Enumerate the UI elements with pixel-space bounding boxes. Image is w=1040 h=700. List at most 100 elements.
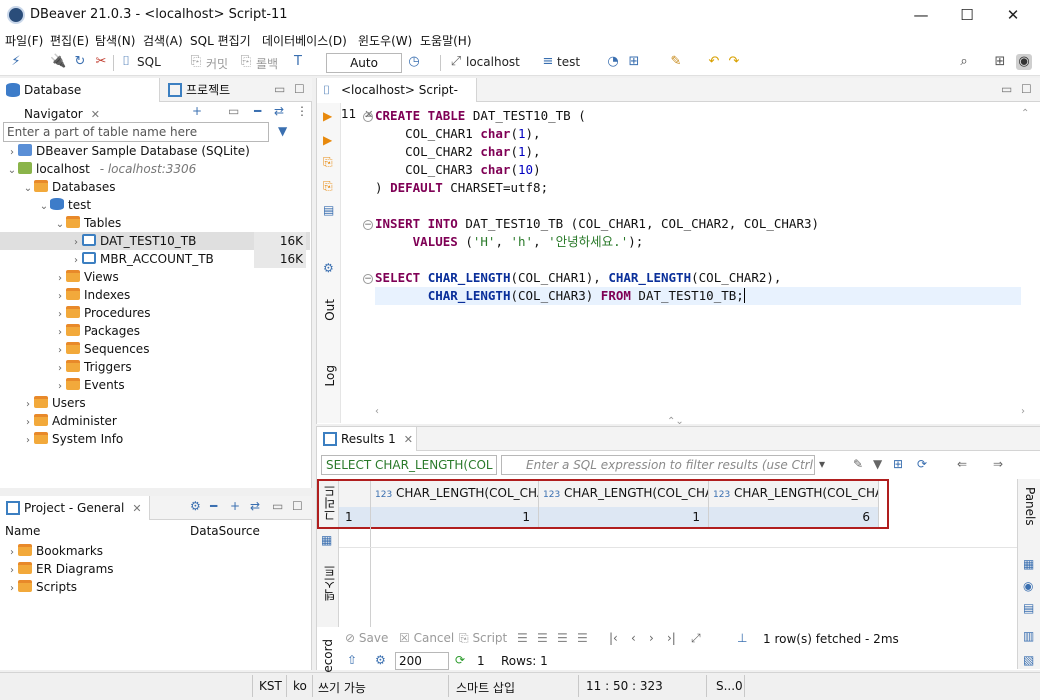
tree-item-mbr-account-tb[interactable]: › MBR_ACCOUNT_TB 16K: [0, 250, 310, 268]
code-line[interactable]: SELECT CHAR_LENGTH(COL_CHAR1), CHAR_LENG…: [375, 269, 781, 287]
menu-database[interactable]: 데이터베이스(D): [262, 32, 347, 49]
back-icon[interactable]: ↶: [706, 54, 722, 70]
calc-panel-icon[interactable]: ◉: [1023, 579, 1033, 593]
sql-editor-icon[interactable]: ⌷: [118, 54, 134, 70]
add-row-icon[interactable]: ☰: [537, 631, 548, 645]
collapse-all-icon[interactable]: ━: [254, 104, 261, 118]
tree-item-tables[interactable]: ⌄ Tables: [54, 214, 121, 232]
cancel-button[interactable]: ☒ Cancel: [399, 631, 454, 645]
forward-icon[interactable]: ↷: [726, 54, 742, 70]
clear-filter-icon[interactable]: ✎: [853, 457, 863, 471]
tab-project-general[interactable]: Project - General ✕: [0, 496, 150, 520]
link-editor-icon[interactable]: ⇄: [274, 104, 284, 118]
maximize-button[interactable]: ☐: [944, 0, 990, 30]
result-filter-input[interactable]: Enter a SQL expression to filter results…: [501, 455, 815, 475]
tree-item-databases[interactable]: ⌄ Databases: [22, 178, 116, 196]
tab-results-1[interactable]: Results 1 ✕: [317, 427, 417, 451]
tree-item-system-info[interactable]: › System Info: [22, 430, 123, 448]
log-tab[interactable]: Log: [323, 365, 337, 386]
disconnect-icon[interactable]: ✂: [93, 54, 109, 70]
references-panel-icon[interactable]: ▧: [1023, 653, 1034, 667]
code-line[interactable]: INSERT INTO DAT_TEST10_TB (COL_CHAR1, CO…: [375, 215, 819, 233]
refresh-icon[interactable]: ⟳: [455, 653, 465, 667]
transaction-mode-icon[interactable]: T: [290, 54, 306, 70]
tree-item-dat-test10-tb[interactable]: › DAT_TEST10_TB 16K: [0, 232, 310, 250]
forward-icon[interactable]: ⇒: [993, 457, 1003, 471]
close-icon[interactable]: ✕: [404, 433, 413, 446]
project-item-er-diagrams[interactable]: › ER Diagrams: [6, 560, 114, 578]
query-preview[interactable]: SELECT CHAR_LENGTH(COL: [321, 455, 497, 475]
view-menu-icon[interactable]: ⋮: [296, 104, 308, 118]
copy-row-icon[interactable]: ☰: [557, 631, 568, 645]
configure-icon[interactable]: ⚙: [190, 499, 201, 513]
grouping-panel-icon[interactable]: ▥: [1023, 629, 1034, 643]
tree-item-triggers[interactable]: › Triggers: [54, 358, 132, 376]
filter-icon[interactable]: ▼: [278, 124, 287, 138]
filter-dropdown-icon[interactable]: ▾: [819, 457, 825, 471]
menu-help[interactable]: 도움말(H): [420, 32, 472, 49]
explain-plan-icon[interactable]: ▤: [323, 203, 334, 217]
tree-item-test-db[interactable]: ⌄ test: [38, 196, 91, 214]
add-icon[interactable]: +: [230, 499, 240, 513]
tree-item-administer[interactable]: › Administer: [22, 412, 117, 430]
grid-view-icon[interactable]: ▦: [321, 533, 332, 547]
next-page-icon[interactable]: ›: [649, 631, 654, 645]
tree-item-indexes[interactable]: › Indexes: [54, 286, 130, 304]
maximize-view-icon[interactable]: ☐: [294, 82, 305, 96]
settings-gear-icon[interactable]: ⚙: [323, 261, 334, 275]
tree-item-packages[interactable]: › Packages: [54, 322, 140, 340]
fetch-size-input[interactable]: 200: [395, 652, 449, 670]
execute-in-new-tab-icon[interactable]: ▶: [323, 133, 332, 147]
execute-script-new-tab-icon[interactable]: ⎘: [323, 179, 333, 194]
new-folder-icon[interactable]: ▭: [228, 104, 239, 118]
save-button[interactable]: ⊘ Save: [345, 631, 388, 645]
active-schema-select[interactable]: test: [557, 55, 580, 69]
tree-item-procedures[interactable]: › Procedures: [54, 304, 151, 322]
edit-row-icon[interactable]: ☰: [517, 631, 528, 645]
new-connection-icon[interactable]: ⚡: [8, 54, 24, 70]
active-connection-select[interactable]: localhost: [466, 55, 520, 69]
code-line[interactable]: COL_CHAR1 char(1),: [375, 125, 541, 143]
fetch-icon[interactable]: ⤢: [691, 631, 701, 646]
tools-icon[interactable]: ✎: [668, 54, 684, 70]
tab-database-navigator[interactable]: Database Navigator ✕: [0, 78, 160, 121]
history-icon[interactable]: ◷: [406, 54, 422, 70]
code-line[interactable]: CREATE TABLE DAT_TEST10_TB (: [375, 107, 586, 125]
maximize-view-icon[interactable]: ☐: [1021, 82, 1032, 96]
maximize-view-icon[interactable]: ☐: [292, 499, 303, 513]
close-icon[interactable]: ✕: [132, 502, 141, 515]
filter-icon[interactable]: ▼: [873, 457, 882, 471]
link-icon[interactable]: ⇄: [250, 499, 260, 513]
tree-item-users[interactable]: › Users: [22, 394, 86, 412]
tree-item-sequences[interactable]: › Sequences: [54, 340, 149, 358]
tree-item-views[interactable]: › Views: [54, 268, 119, 286]
diagram-icon[interactable]: ⊞: [626, 54, 642, 70]
fold-toggle-icon[interactable]: −: [363, 220, 373, 230]
execute-statement-icon[interactable]: ▶: [323, 109, 332, 123]
fold-toggle-icon[interactable]: −: [363, 112, 373, 122]
menu-sql-editor[interactable]: SQL 편집기: [190, 32, 251, 49]
execute-script-icon[interactable]: ⎘: [323, 155, 333, 170]
script-button[interactable]: ⎘ Script: [459, 631, 507, 646]
filter-settings-icon[interactable]: ⊞: [893, 457, 903, 471]
connect-icon[interactable]: 🔌: [50, 54, 66, 70]
tab-projects[interactable]: 프로젝트: [162, 78, 272, 102]
close-button[interactable]: ✕: [990, 0, 1036, 30]
metadata-panel-icon[interactable]: ▤: [1023, 601, 1034, 615]
menu-file[interactable]: 파일(F): [5, 32, 43, 49]
refresh-icon[interactable]: ⟳: [917, 457, 927, 471]
commit-mode-select[interactable]: Auto: [326, 53, 402, 73]
add-connection-icon[interactable]: +: [192, 104, 202, 118]
last-page-icon[interactable]: ›|: [667, 631, 676, 645]
code-line[interactable]: COL_CHAR3 char(10): [375, 161, 541, 179]
reconnect-icon[interactable]: ↻: [72, 54, 88, 70]
delete-row-icon[interactable]: ☰: [577, 631, 588, 645]
panels-tab[interactable]: Panels: [1023, 487, 1037, 526]
minimize-button[interactable]: —: [898, 0, 944, 30]
commit-button[interactable]: 커밋: [206, 55, 228, 72]
first-page-icon[interactable]: |‹: [609, 631, 618, 645]
scroll-right-icon[interactable]: ›: [1021, 406, 1025, 417]
text-view-tab[interactable]: 텍스트: [321, 565, 338, 601]
code-line[interactable]: COL_CHAR2 char(1),: [375, 143, 541, 161]
minimize-view-icon[interactable]: ▭: [1001, 82, 1012, 96]
